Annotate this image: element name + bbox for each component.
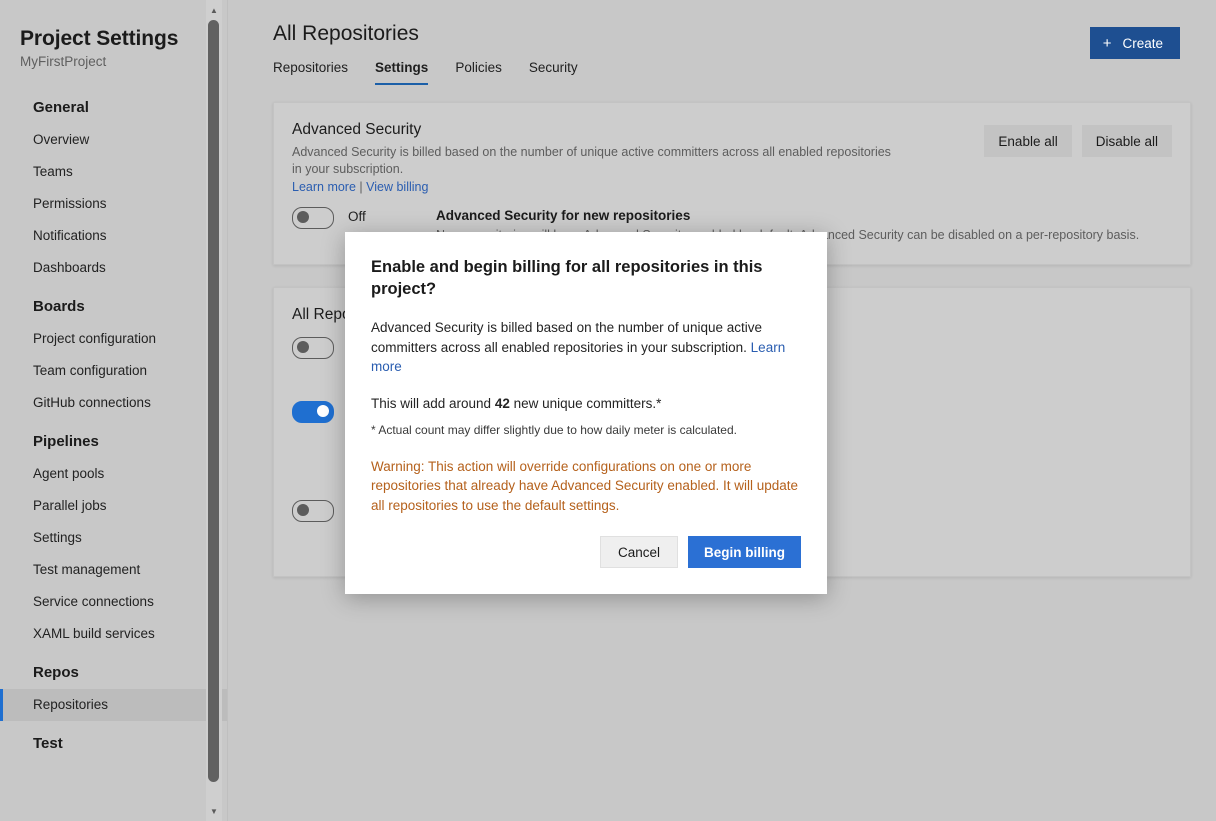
manage-branch-permissions-toggle[interactable] — [292, 401, 334, 423]
cancel-button[interactable]: Cancel — [600, 536, 678, 568]
advanced-security-links: Learn more | View billing — [292, 180, 1172, 194]
sidebar-item-parallel-jobs[interactable]: Parallel jobs — [0, 490, 228, 522]
sidebar-item-team-configuration[interactable]: Team configuration — [0, 355, 228, 387]
sidebar-item-test-management[interactable]: Test management — [0, 554, 228, 586]
sidebar-item-github-connections[interactable]: GitHub connections — [0, 387, 228, 419]
view-billing-link[interactable]: View billing — [366, 180, 428, 194]
sidebar-scrollbar[interactable]: ▲ ▼ — [206, 0, 222, 821]
advanced-security-default-state: Off — [334, 207, 436, 227]
dialog-footnote: * Actual count may differ slightly due t… — [371, 422, 801, 438]
sidebar-item-service-connections[interactable]: Service connections — [0, 586, 228, 618]
create-button-label: Create — [1122, 36, 1163, 51]
advanced-security-actions: Enable all Disable all — [984, 125, 1172, 157]
sidebar-item-project-configuration[interactable]: Project configuration — [0, 323, 228, 355]
tab-settings[interactable]: Settings — [375, 60, 428, 85]
count-prefix: This will add around — [371, 396, 495, 411]
plus-icon: + — [1103, 36, 1112, 51]
sidebar-item-dashboards[interactable]: Dashboards — [0, 252, 228, 284]
advanced-security-default-toggle[interactable] — [292, 207, 334, 229]
toggle-knob — [297, 341, 309, 353]
enable-all-button[interactable]: Enable all — [984, 125, 1071, 157]
page-title: All Repositories — [228, 0, 1216, 46]
sidebar-title: Project Settings — [0, 0, 228, 51]
sidebar-group-repos: Repos — [0, 656, 228, 689]
sidebar-subtitle: MyFirstProject — [0, 51, 228, 69]
create-button[interactable]: + Create — [1090, 27, 1180, 59]
advanced-security-default-label: Advanced Security for new repositories — [436, 207, 1172, 225]
chevron-up-icon[interactable]: ▲ — [206, 2, 222, 18]
tab-policies[interactable]: Policies — [455, 60, 502, 85]
sidebar-group-test: Test — [0, 727, 228, 760]
toggle-knob — [297, 504, 309, 516]
sidebar: Project Settings MyFirstProject General … — [0, 0, 228, 821]
sidebar-nav: General Overview Teams Permissions Notif… — [0, 91, 228, 760]
sidebar-item-notifications[interactable]: Notifications — [0, 220, 228, 252]
count-value: 42 — [495, 396, 510, 411]
link-separator: | — [356, 180, 366, 194]
tab-security[interactable]: Security — [529, 60, 578, 85]
begin-billing-button[interactable]: Begin billing — [688, 536, 801, 568]
app-root: Project Settings MyFirstProject General … — [0, 0, 1216, 821]
sidebar-group-pipelines: Pipelines — [0, 425, 228, 458]
sidebar-item-permissions[interactable]: Permissions — [0, 188, 228, 220]
disable-tfvc-toggle[interactable] — [292, 337, 334, 359]
dialog-title: Enable and begin billing for all reposit… — [371, 256, 801, 300]
toggle-knob — [317, 405, 329, 417]
toggle-knob — [297, 211, 309, 223]
sidebar-item-xaml-build-services[interactable]: XAML build services — [0, 618, 228, 650]
draft-prs-toggle[interactable] — [292, 500, 334, 522]
dialog-committer-count: This will add around 42 new unique commi… — [371, 396, 801, 411]
disable-all-button[interactable]: Disable all — [1082, 125, 1172, 157]
dialog-button-row: Cancel Begin billing — [371, 536, 801, 568]
sidebar-group-general: General — [0, 91, 228, 124]
tab-repositories[interactable]: Repositories — [273, 60, 348, 85]
advanced-security-description: Advanced Security is billed based on the… — [292, 144, 892, 178]
dialog-warning: Warning: This action will override confi… — [371, 457, 801, 516]
dialog-body: Advanced Security is billed based on the… — [371, 318, 801, 377]
sidebar-scrollbar-thumb[interactable] — [208, 20, 219, 782]
sidebar-item-teams[interactable]: Teams — [0, 156, 228, 188]
count-suffix: new unique committers.* — [510, 396, 662, 411]
sidebar-group-boards: Boards — [0, 290, 228, 323]
tab-bar: Repositories Settings Policies Security — [228, 46, 1216, 85]
sidebar-item-repositories[interactable]: Repositories — [0, 689, 228, 721]
sidebar-item-overview[interactable]: Overview — [0, 124, 228, 156]
sidebar-item-settings[interactable]: Settings — [0, 522, 228, 554]
sidebar-item-agent-pools[interactable]: Agent pools — [0, 458, 228, 490]
chevron-down-icon[interactable]: ▼ — [206, 803, 222, 819]
begin-billing-dialog: Enable and begin billing for all reposit… — [345, 232, 827, 594]
learn-more-link[interactable]: Learn more — [292, 180, 356, 194]
dialog-body-text: Advanced Security is billed based on the… — [371, 320, 762, 355]
